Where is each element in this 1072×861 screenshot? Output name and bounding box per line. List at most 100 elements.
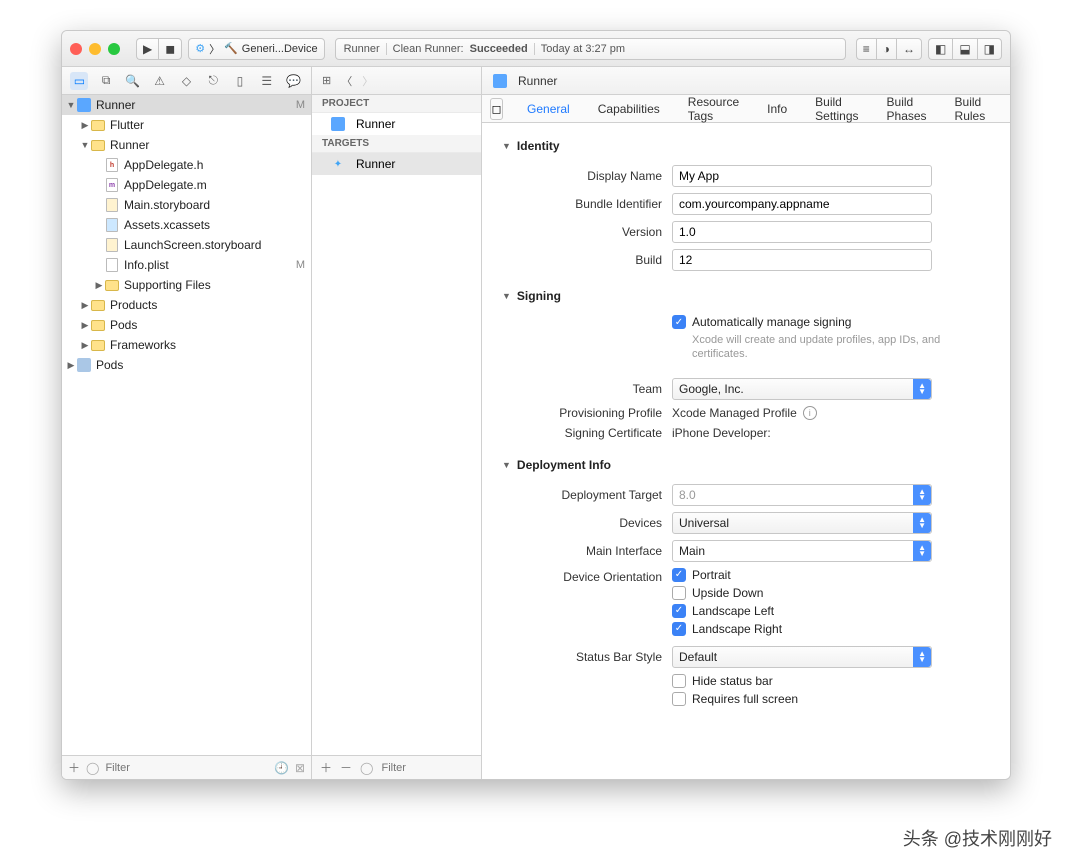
devices-select[interactable]: Universal▲▼ xyxy=(672,512,932,534)
upside-down-checkbox[interactable] xyxy=(672,586,686,600)
tab-general[interactable]: General xyxy=(513,95,584,123)
tab-build-phases[interactable]: Build Phases xyxy=(873,95,941,123)
bundle-id-input[interactable] xyxy=(672,193,932,215)
watermark: 头条 @技术刚刚好 xyxy=(903,825,1052,851)
landscape-left-checkbox[interactable]: ✓ xyxy=(672,604,686,618)
signing-cert-label: Signing Certificate xyxy=(502,426,672,440)
tree-folder-pods[interactable]: ▶Pods xyxy=(62,315,311,335)
tree-file-appdelegate-h[interactable]: hAppDelegate.h xyxy=(62,155,311,175)
tree-folder-flutter[interactable]: ▶Flutter xyxy=(62,115,311,135)
titlebar: ▶ ◼ ⚙ 〉 🔨 Generi...Device Runner Clean R… xyxy=(62,31,1010,67)
zoom-window-button[interactable] xyxy=(108,43,120,55)
identity-header: Identity xyxy=(517,139,560,153)
toggle-bottom-panel-button[interactable]: ⬓ xyxy=(952,38,976,60)
project-header: PROJECT xyxy=(312,95,481,113)
project-icon-button[interactable]: ◻ xyxy=(490,98,503,120)
version-label: Version xyxy=(502,225,672,239)
orientation-label: Device Orientation xyxy=(502,568,672,584)
display-name-input[interactable] xyxy=(672,165,932,187)
tree-folder-frameworks[interactable]: ▶Frameworks xyxy=(62,335,311,355)
source-control-navigator-icon[interactable]: ⧉ xyxy=(97,72,115,90)
target-row-runner[interactable]: ✦Runner xyxy=(312,153,481,175)
activity-status: Runner Clean Runner: Succeeded Today at … xyxy=(335,38,846,60)
tree-folder-runner[interactable]: ▼Runner xyxy=(62,135,311,155)
tab-capabilities[interactable]: Capabilities xyxy=(584,95,674,123)
flutter-target-icon: ✦ xyxy=(330,156,346,172)
debug-navigator-icon[interactable]: ⎋ xyxy=(204,72,222,90)
build-input[interactable] xyxy=(672,249,932,271)
nav-back-icon[interactable]: 〈 xyxy=(341,73,352,89)
filter-icon: ◯ xyxy=(86,761,99,775)
info-icon[interactable]: i xyxy=(803,406,817,420)
requires-full-screen-checkbox[interactable] xyxy=(672,692,686,706)
team-label: Team xyxy=(502,382,672,396)
status-result: Succeeded xyxy=(470,43,528,55)
section-signing: ▼Signing ✓ Automatically manage signing … xyxy=(502,289,990,440)
breadcrumb-file[interactable]: Runner xyxy=(518,74,557,88)
nav-forward-icon[interactable]: 〉 xyxy=(362,73,373,89)
tree-file-appdelegate-m[interactable]: mAppDelegate.m xyxy=(62,175,311,195)
auto-signing-checkbox[interactable]: ✓ xyxy=(672,315,686,329)
deployment-header: Deployment Info xyxy=(517,458,611,472)
status-bar-select[interactable]: Default▲▼ xyxy=(672,646,932,668)
tab-build-rules[interactable]: Build Rules xyxy=(941,95,1002,123)
tree-folder-products[interactable]: ▶Products xyxy=(62,295,311,315)
editor-assistant-button[interactable]: ◑ xyxy=(876,38,896,60)
target-filter-icon: ◯ xyxy=(360,761,373,775)
tab-resource-tags[interactable]: Resource Tags xyxy=(674,95,753,123)
run-button[interactable]: ▶ xyxy=(136,38,158,60)
toggle-right-panel-button[interactable]: ◨ xyxy=(977,38,1002,60)
provisioning-profile-label: Provisioning Profile xyxy=(502,406,672,420)
status-action: Clean Runner: xyxy=(393,43,464,55)
editor-area: ◻ General Capabilities Resource Tags Inf… xyxy=(482,95,1010,779)
deploy-target-combo[interactable]: 8.0▲▼ xyxy=(672,484,932,506)
version-input[interactable] xyxy=(672,221,932,243)
minimize-window-button[interactable] xyxy=(89,43,101,55)
recent-filter-icon[interactable]: 🕘 xyxy=(274,761,289,775)
editor-version-button[interactable]: ↔ xyxy=(896,38,922,60)
tree-file-launchscreen[interactable]: LaunchScreen.storyboard xyxy=(62,235,311,255)
portrait-checkbox[interactable]: ✓ xyxy=(672,568,686,582)
symbol-navigator-icon[interactable]: 🔍 xyxy=(124,72,142,90)
close-window-button[interactable] xyxy=(70,43,82,55)
team-select[interactable]: Google, Inc.▲▼ xyxy=(672,378,932,400)
log-navigator-icon[interactable]: 💬 xyxy=(285,72,303,90)
tree-file-assets[interactable]: Assets.xcassets xyxy=(62,215,311,235)
breakpoint-navigator-icon[interactable]: ▯ xyxy=(231,72,249,90)
project-navigator: ▼ RunnerM ▶Flutter ▼Runner hAppDelegate.… xyxy=(62,95,312,779)
main-interface-combo[interactable]: Main▲▼ xyxy=(672,540,932,562)
project-file-icon xyxy=(492,73,508,89)
navigator-bar: ▭ ⧉ 🔍 ⚠ ◇ ⎋ ▯ ☰ 💬 ⊞ 〈 〉 Runner xyxy=(62,67,1010,95)
landscape-right-checkbox[interactable]: ✓ xyxy=(672,622,686,636)
find-navigator-icon[interactable]: ⚠ xyxy=(151,72,169,90)
report-navigator-icon[interactable]: ☰ xyxy=(258,72,276,90)
tree-file-main-storyboard[interactable]: Main.storyboard xyxy=(62,195,311,215)
toggle-left-panel-button[interactable]: ◧ xyxy=(928,38,952,60)
stop-button[interactable]: ◼ xyxy=(158,38,182,60)
test-navigator-icon[interactable]: ◇ xyxy=(177,72,195,90)
project-navigator-icon[interactable]: ▭ xyxy=(70,72,88,90)
signing-header: Signing xyxy=(517,289,561,303)
add-target-button[interactable]: ＋ xyxy=(320,759,332,776)
hide-status-bar-checkbox[interactable] xyxy=(672,674,686,688)
devices-label: Devices xyxy=(502,516,672,530)
scheme-selector[interactable]: ⚙ 〉 🔨 Generi...Device xyxy=(188,38,324,60)
auto-signing-label: Automatically manage signing xyxy=(692,315,851,329)
project-row-runner[interactable]: Runner xyxy=(312,113,481,135)
auto-signing-subtext: Xcode will create and update profiles, a… xyxy=(692,333,972,362)
editor-standard-button[interactable]: ≡ xyxy=(856,38,876,60)
remove-target-button[interactable]: － xyxy=(340,759,352,776)
scm-filter-icon[interactable]: ⊠ xyxy=(295,761,305,775)
tree-folder-supporting[interactable]: ▶Supporting Files xyxy=(62,275,311,295)
tree-root-runner[interactable]: ▼ RunnerM xyxy=(62,95,311,115)
tab-build-settings[interactable]: Build Settings xyxy=(801,95,872,123)
tree-file-info-plist[interactable]: Info.plist M xyxy=(62,255,311,275)
scheme-text: Generi...Device xyxy=(242,43,318,55)
add-button[interactable]: ＋ xyxy=(68,759,80,776)
tree-project-pods[interactable]: ▶Pods xyxy=(62,355,311,375)
related-items-icon[interactable]: ⊞ xyxy=(322,74,331,87)
navigator-filter-input[interactable] xyxy=(105,762,268,774)
provisioning-profile-value: Xcode Managed Profile xyxy=(672,406,797,420)
tab-info[interactable]: Info xyxy=(753,95,801,123)
status-bar-label: Status Bar Style xyxy=(502,650,672,664)
